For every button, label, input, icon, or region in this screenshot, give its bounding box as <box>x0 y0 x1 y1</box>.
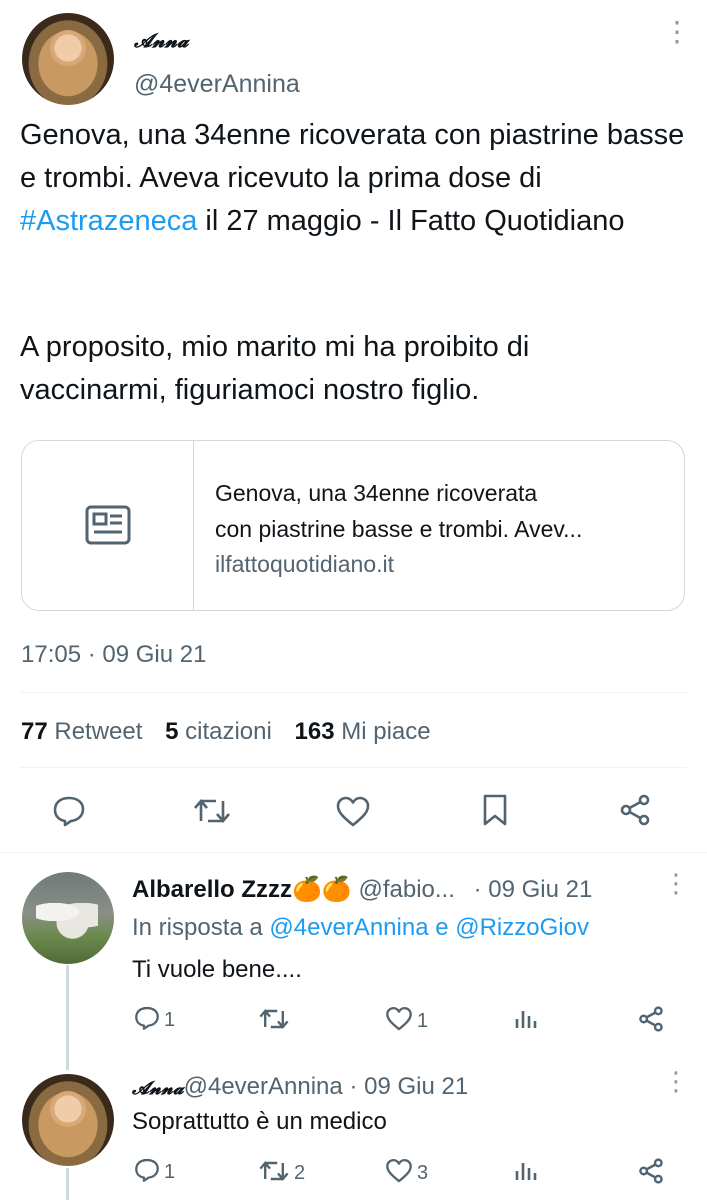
retweet-count: 2 <box>294 1162 306 1184</box>
reply-1-display-name[interactable]: Albarello Zzzz <box>132 876 292 903</box>
reply-icon <box>134 1157 160 1188</box>
retweet-count: 77 <box>21 718 48 745</box>
like-icon <box>385 1158 413 1189</box>
reply-icon <box>134 1005 160 1036</box>
link-card-thumbnail <box>22 441 194 610</box>
views-icon[interactable] <box>514 1159 538 1188</box>
reply-2-display-name[interactable]: 𝓐𝓷𝓷𝓪 <box>132 1078 184 1099</box>
retweet-label: Retweet <box>54 718 143 745</box>
reply-1-text: Ti vuole bene.... <box>132 956 302 983</box>
tweet-text-part2: il 27 maggio - Il Fatto Quotidiano <box>197 205 625 237</box>
reply-1-context: In risposta a @4everAnnina e @RizzoGiov <box>132 914 589 942</box>
reply-1-date[interactable]: · 09 Giu 21 <box>474 876 593 903</box>
avatar-anna[interactable] <box>22 13 114 105</box>
quotes-stat[interactable]: 5 citazioni <box>165 718 278 745</box>
display-name[interactable]: 𝓐𝓷𝓷𝓪 <box>134 30 189 52</box>
reply-2-retweet-button[interactable]: 2 <box>258 1158 305 1189</box>
hashtag-link[interactable]: #Astrazeneca <box>20 205 197 237</box>
likes-count: 163 <box>294 718 335 745</box>
link-card-title-2: con piastrine basse e trombi. Avev... <box>215 516 583 542</box>
mention-conjunction: e <box>428 914 456 941</box>
link-card-domain: ilfattoquotidiano.it <box>215 551 395 577</box>
likes-stat[interactable]: 163 Mi piace <box>295 718 431 745</box>
like-count: 3 <box>417 1162 429 1184</box>
news-card-icon <box>85 505 131 550</box>
mention-link[interactable]: @4everAnnina <box>269 914 428 941</box>
reply-1-like-button[interactable]: 1 <box>385 1006 428 1037</box>
like-icon[interactable] <box>335 796 371 828</box>
quotes-count: 5 <box>165 718 179 745</box>
link-card-title-1: Genova, una 34enne ricoverata <box>215 480 538 506</box>
reply-2-header: 𝓐𝓷𝓷𝓪@4everAnnina · 09 Giu 21 <box>132 1073 468 1101</box>
stats-row: 77 Retweet 5 citazioni 163 Mi piace <box>21 718 431 746</box>
thread-line <box>66 1168 69 1200</box>
in-reply-to-label: In risposta a <box>132 914 270 941</box>
bookmark-icon[interactable] <box>481 793 509 827</box>
tweet-text-part1: Genova, una 34enne ricoverata con piastr… <box>20 119 685 194</box>
more-icon[interactable]: ⋮ <box>663 1068 689 1094</box>
retweet-icon[interactable] <box>192 795 232 827</box>
tweet-text-para2: A proposito, mio marito mi ha proibito d… <box>20 331 530 406</box>
more-icon[interactable]: ⋮ <box>663 870 689 896</box>
link-card[interactable]: Genova, una 34enne ricoverata con piastr… <box>21 440 685 611</box>
reply-1-handle[interactable]: @fabio... <box>358 876 454 903</box>
reply-count: 1 <box>164 1161 176 1183</box>
retweet-icon <box>258 1006 290 1037</box>
reply-1-reply-button[interactable]: 1 <box>134 1005 175 1036</box>
reply-1-retweet-button[interactable] <box>258 1006 294 1037</box>
avatar-albarello[interactable] <box>22 872 114 964</box>
like-count: 1 <box>417 1010 429 1032</box>
reply-2-like-button[interactable]: 3 <box>385 1158 428 1189</box>
avatar-anna[interactable] <box>22 1074 114 1166</box>
reply-2-date[interactable]: · 09 Giu 21 <box>349 1073 468 1100</box>
reply-1-emoji: 🍊🍊 <box>292 876 352 903</box>
reply-count: 1 <box>164 1009 176 1031</box>
reply-1-header: Albarello Zzzz🍊🍊 @fabio... · 09 Giu 21 <box>132 875 592 904</box>
tweet-timestamp[interactable]: 17:05 · 09 Giu 21 <box>21 641 206 669</box>
likes-label: Mi piace <box>341 718 431 745</box>
handle[interactable]: @4everAnnina <box>134 70 300 99</box>
quotes-label: citazioni <box>185 718 272 745</box>
retweet-stat[interactable]: 77 Retweet <box>21 718 149 745</box>
reply-icon[interactable] <box>52 795 86 827</box>
retweet-icon <box>258 1158 290 1189</box>
like-icon <box>385 1006 413 1037</box>
thread-line <box>66 965 69 1070</box>
divider <box>20 692 687 693</box>
more-icon[interactable]: ⋮ <box>663 18 691 46</box>
tweet-text: Genova, una 34enne ricoverata con piastr… <box>20 114 688 243</box>
share-icon[interactable] <box>637 1158 665 1189</box>
mention-link[interactable]: @RizzoGiov <box>455 914 589 941</box>
divider <box>20 767 687 768</box>
views-icon[interactable] <box>514 1007 538 1036</box>
reply-2-handle[interactable]: @4everAnnina <box>184 1073 343 1100</box>
share-icon[interactable] <box>637 1006 665 1037</box>
divider <box>0 852 707 853</box>
share-icon[interactable] <box>618 794 652 826</box>
reply-2-reply-button[interactable]: 1 <box>134 1157 175 1188</box>
reply-2-text: Soprattutto è un medico <box>132 1108 387 1135</box>
